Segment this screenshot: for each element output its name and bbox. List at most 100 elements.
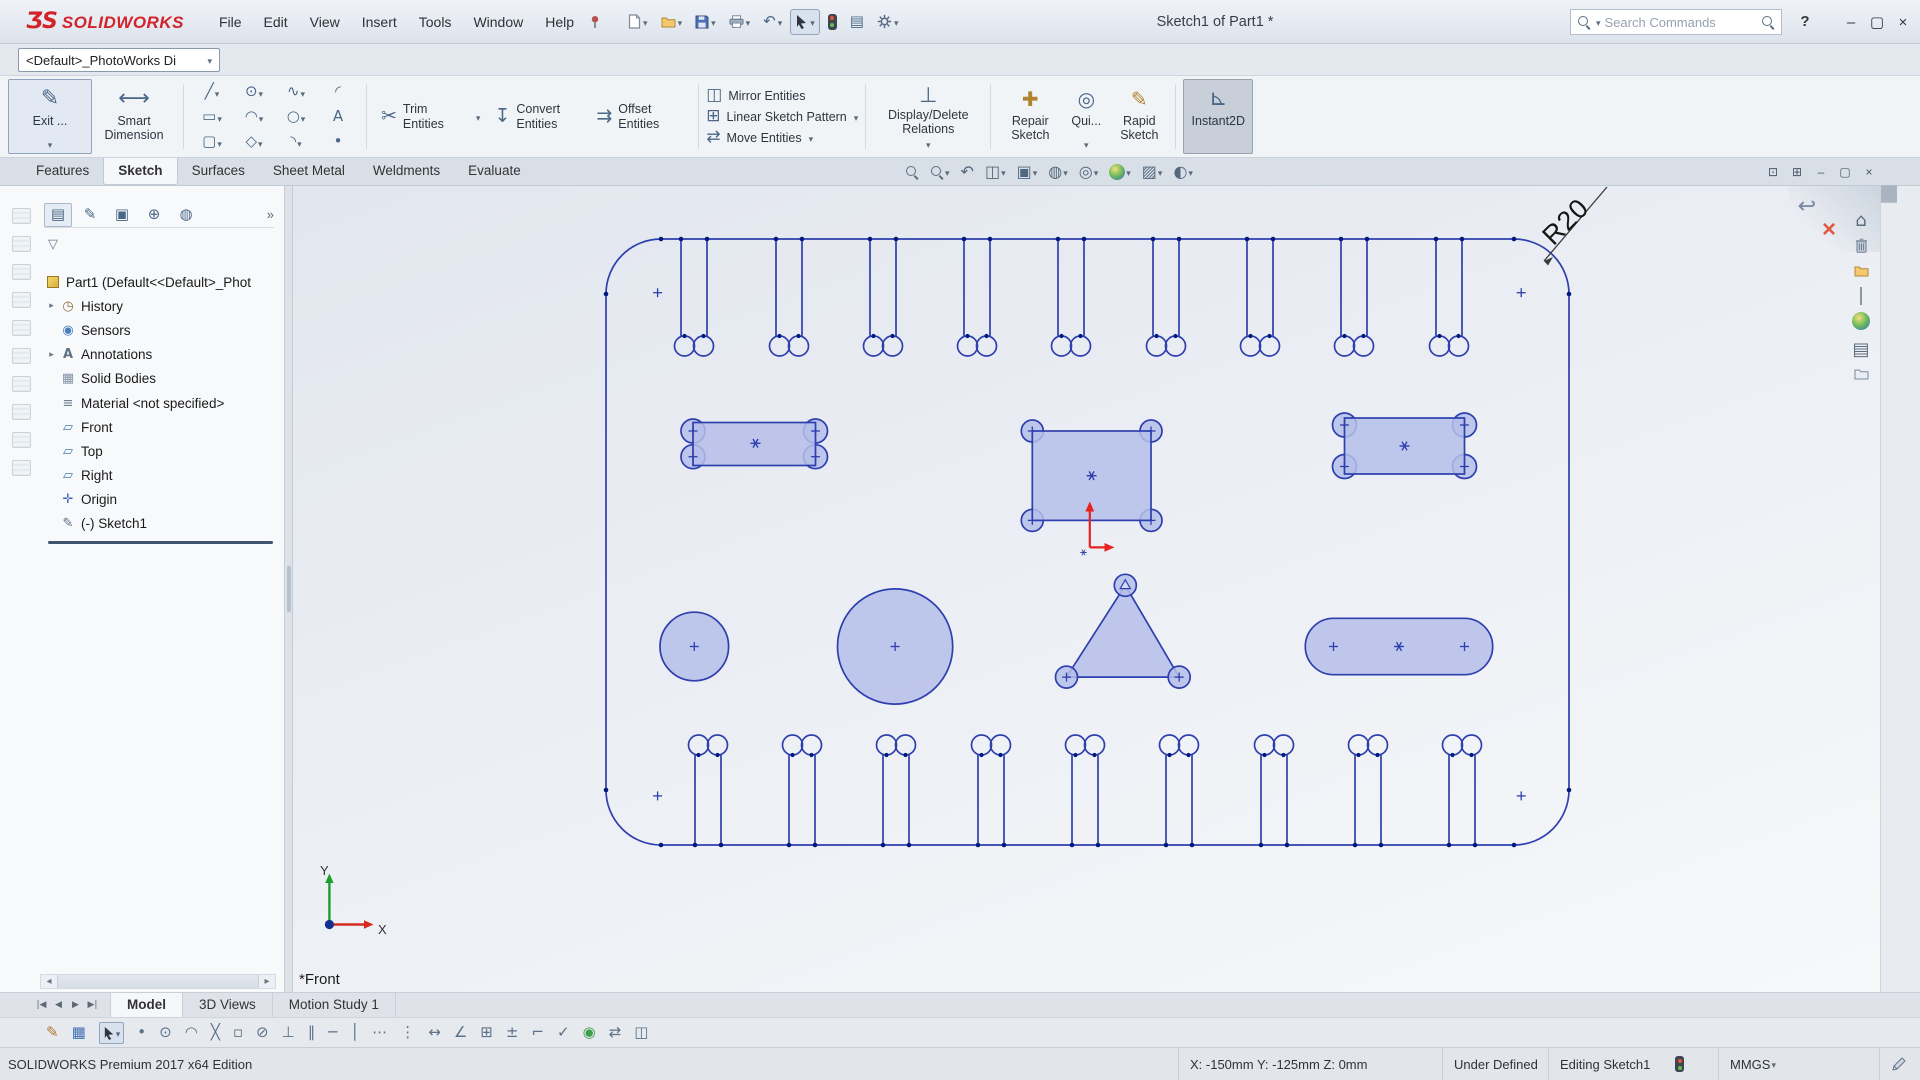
displaymanager-tab-icon[interactable]: ◍ xyxy=(172,203,200,227)
perpendicular-snap-icon[interactable]: ⊥ xyxy=(282,1025,295,1040)
save-button[interactable] xyxy=(690,9,721,35)
configurationmanager-tab-icon[interactable]: ▣ xyxy=(108,203,136,227)
rebuild-button[interactable] xyxy=(823,9,842,35)
tab-surfaces[interactable]: Surfaces xyxy=(178,158,259,185)
select-cursor-button[interactable] xyxy=(99,1022,125,1044)
tab-sheet-metal[interactable]: Sheet Metal xyxy=(259,158,359,185)
trim-entities-button[interactable]: ✂ Trim Entities xyxy=(374,79,487,154)
hide-show-items-icon[interactable]: ◎ xyxy=(1079,164,1099,180)
scroll-left-icon[interactable]: ◂ xyxy=(41,976,57,987)
doc-restore-button[interactable]: ▢ xyxy=(1836,165,1854,179)
sketch-outer-profile[interactable] xyxy=(606,237,1569,848)
copy-entities-icon[interactable]: ◫ xyxy=(634,1025,648,1040)
menu-window[interactable]: Window xyxy=(462,9,534,35)
rollback-bar[interactable] xyxy=(48,541,273,544)
configuration-dropdown-icon[interactable] xyxy=(206,53,212,68)
display-delete-dropdown-icon[interactable] xyxy=(926,137,931,151)
tree-item-history[interactable]: ▸ ◷ History xyxy=(44,294,280,318)
left-dock-icon-1[interactable] xyxy=(12,208,31,224)
doc-close-button[interactable]: × xyxy=(1860,165,1878,179)
left-dock-icon-4[interactable] xyxy=(12,292,31,308)
ellipse-tool-button[interactable]: ○ xyxy=(275,104,317,129)
menu-edit[interactable]: Edit xyxy=(253,9,299,35)
scrollbar-track[interactable] xyxy=(57,975,259,988)
tab-evaluate[interactable]: Evaluate xyxy=(454,158,535,185)
select-tool-button[interactable] xyxy=(790,9,820,35)
left-dock-icon-9[interactable] xyxy=(12,432,31,448)
grid-snap-icon[interactable]: ⊞ xyxy=(480,1025,493,1040)
sketch-relations-icon[interactable]: ◉ xyxy=(583,1025,596,1040)
apply-scene-icon[interactable]: ▨ xyxy=(1142,164,1163,180)
dimxpertmanager-tab-icon[interactable]: ⊕ xyxy=(140,203,168,227)
sketch-settings-icon[interactable]: ✎ xyxy=(46,1025,59,1040)
search-scope-dropdown-icon[interactable] xyxy=(1595,14,1601,30)
task-strip-icon-8[interactable] xyxy=(1895,185,1897,203)
convert-entities-button[interactable]: ↧ Convert Entities xyxy=(487,79,589,154)
tab-features[interactable]: Features xyxy=(22,158,103,185)
left-dock-icon-5[interactable] xyxy=(12,320,31,336)
scroll-right-icon[interactable]: ▸ xyxy=(259,976,275,987)
expand-arrow-icon[interactable]: ▸ xyxy=(44,350,59,360)
design-library-icon[interactable] xyxy=(1854,264,1869,280)
propertymanager-tab-icon[interactable]: ✎ xyxy=(76,203,104,227)
arc-tool-button[interactable]: ◠ xyxy=(233,104,275,129)
left-dock-icon-8[interactable] xyxy=(12,404,31,420)
fillet-tool-button[interactable]: ◝ xyxy=(275,129,317,154)
linear-sketch-pattern-button[interactable]: ⊞Linear Sketch Pattern xyxy=(706,108,858,125)
left-dock-icon-6[interactable] xyxy=(12,348,31,364)
view-palette-icon[interactable] xyxy=(1860,288,1862,304)
save-dropdown-icon[interactable] xyxy=(710,14,716,30)
appearances-icon[interactable] xyxy=(1852,312,1870,333)
close-button[interactable]: × xyxy=(1890,14,1916,31)
doc-minimize-button[interactable]: – xyxy=(1812,165,1830,179)
quick-snaps-button[interactable]: ◎ Qui... xyxy=(1062,79,1110,154)
dimension-r20[interactable]: R20 xyxy=(1536,187,1607,266)
tree-item-front-plane[interactable]: ▱ Front xyxy=(44,415,280,439)
tree-item-top-plane[interactable]: ▱ Top xyxy=(44,439,280,463)
left-dock-icon-10[interactable] xyxy=(12,460,31,476)
tab-scroll-next-icon[interactable]: ▶ xyxy=(68,1000,83,1010)
zoom-area-icon[interactable] xyxy=(930,164,950,180)
tags-icon[interactable] xyxy=(1879,1048,1910,1080)
line-tool-button[interactable]: ╱ xyxy=(191,79,233,104)
arc-midpoint-snap-icon[interactable]: ◠ xyxy=(185,1025,198,1040)
spline-tool-button[interactable]: ∿ xyxy=(275,79,317,104)
tab-scroll-prev-icon[interactable]: ◀ xyxy=(51,1000,66,1010)
instant2d-button[interactable]: ⊾ Instant2D xyxy=(1183,79,1253,154)
new-document-button[interactable] xyxy=(623,9,653,35)
menu-view[interactable]: View xyxy=(299,9,351,35)
left-dock-icon-3[interactable] xyxy=(12,264,31,280)
select-dropdown-icon[interactable] xyxy=(809,14,815,30)
minimize-button[interactable]: – xyxy=(1838,14,1864,31)
tab-motion-study-1[interactable]: Motion Study 1 xyxy=(273,993,396,1017)
open-document-button[interactable] xyxy=(656,9,688,35)
tree-item-sketch1[interactable]: ✎ (-) Sketch1 xyxy=(44,512,280,536)
help-button[interactable]: ? xyxy=(1792,0,1818,44)
view-orientation-icon[interactable]: ▣ xyxy=(1017,164,1038,180)
ordinate-snap-icon[interactable]: ± xyxy=(506,1025,519,1040)
point-snap-icon[interactable]: • xyxy=(137,1025,146,1040)
menu-tools[interactable]: Tools xyxy=(408,9,463,35)
corner-snap-icon[interactable]: ⌐ xyxy=(531,1025,544,1040)
vertical-points-snap-icon[interactable]: ⋮ xyxy=(400,1025,415,1040)
file-properties-button[interactable]: ▤ xyxy=(845,9,869,34)
menu-insert[interactable]: Insert xyxy=(351,9,408,35)
featuremanager-tab-icon[interactable]: ▤ xyxy=(44,203,72,227)
search-scope-icon[interactable] xyxy=(1577,15,1591,29)
pane-split-icon[interactable]: ⊞ xyxy=(1788,165,1806,179)
tree-item-origin[interactable]: ✛ Origin xyxy=(44,488,280,512)
text-tool-button[interactable]: A xyxy=(317,104,359,129)
intersection-snap-icon[interactable]: ╳ xyxy=(211,1025,220,1040)
confirm-exit-sketch-icon[interactable]: ↩ xyxy=(1798,194,1816,219)
repair-sketch-button[interactable]: ✚ Repair Sketch xyxy=(998,79,1062,154)
vertical-snap-icon[interactable]: │ xyxy=(350,1025,359,1040)
panel-splitter[interactable] xyxy=(286,186,293,992)
exit-sketch-button[interactable]: ✎ Exit ... xyxy=(8,79,92,154)
confirm-cancel-icon[interactable]: × xyxy=(1822,218,1836,242)
tangent-snap-icon[interactable]: ⊘ xyxy=(256,1025,269,1040)
maximize-button[interactable]: ▢ xyxy=(1864,13,1890,31)
parallel-snap-icon[interactable]: ∥ xyxy=(308,1025,316,1040)
point-merge-snap-icon[interactable]: ▫ xyxy=(233,1025,243,1040)
slot-tool-button[interactable]: ▢ xyxy=(191,129,233,154)
pin-menu-icon[interactable] xyxy=(589,15,601,29)
